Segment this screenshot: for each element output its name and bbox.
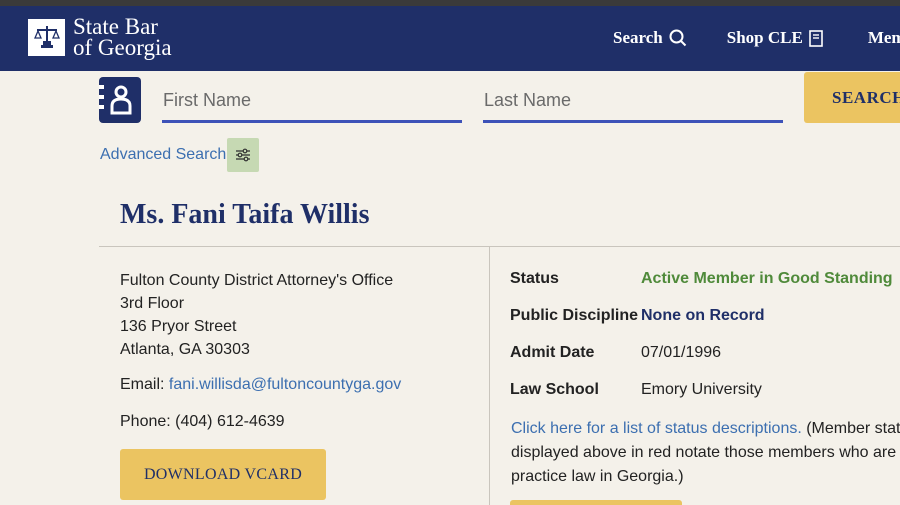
nav-search[interactable]: Search <box>613 28 687 48</box>
email-label: Email: <box>120 376 165 393</box>
status-note-text: practice law in Georgia.) <box>511 468 684 485</box>
discipline-label: Public Discipline <box>510 307 639 324</box>
download-vcard-button[interactable]: DOWNLOAD VCARD <box>120 449 326 500</box>
status-row: Status Active Member in Good Standing ? <box>510 270 900 288</box>
member-email: Email: fani.willisda@fultoncountyga.gov <box>120 376 401 394</box>
scales-of-justice-icon <box>28 18 65 56</box>
last-name-input[interactable] <box>483 86 783 123</box>
magnifier-icon <box>669 29 686 47</box>
column-divider <box>489 247 490 505</box>
status-value: Active Member in Good Standing <box>641 270 893 287</box>
logo-wordmark: State Bar of Georgia <box>73 14 172 60</box>
address-line: Atlanta, GA 30303 <box>120 341 250 358</box>
member-name: Ms. Fani Taifa Willis <box>120 199 370 230</box>
advanced-search-link[interactable]: Advanced Search <box>100 146 226 164</box>
sliders-icon <box>236 148 250 162</box>
logo-line-2: of Georgia <box>73 35 172 60</box>
site-header: State Bar of Georgia Search Shop CLE Mem… <box>0 6 900 71</box>
nav-search-label: Search <box>613 28 663 47</box>
admit-date-label: Admit Date <box>510 344 595 361</box>
nav-shop-label: Shop CLE <box>726 28 803 47</box>
status-note-text: (Member statu <box>801 420 900 437</box>
partial-gold-button[interactable] <box>510 500 682 505</box>
discipline-row: Public Discipline None on Record <box>510 307 765 325</box>
law-school-row: Law School Emory University <box>510 381 762 399</box>
address-line: 3rd Floor <box>120 295 185 312</box>
book-icon <box>809 29 823 47</box>
address-line: 136 Pryor Street <box>120 318 237 335</box>
nav-members-label: Memb <box>867 28 900 47</box>
email-link[interactable]: fani.willisda@fultoncountyga.gov <box>169 376 401 393</box>
status-note: Click here for a list of status descript… <box>511 417 900 489</box>
section-divider <box>99 246 900 247</box>
law-school-label: Law School <box>510 381 599 398</box>
status-label: Status <box>510 270 559 287</box>
member-phone: Phone: (404) 612-4639 <box>120 413 285 430</box>
main-nav: Search Shop CLE Memb <box>613 28 900 48</box>
advanced-search-toggle[interactable] <box>227 138 259 172</box>
first-name-input[interactable] <box>162 86 462 123</box>
contact-book-icon <box>99 77 141 123</box>
law-school-value: Emory University <box>641 381 762 398</box>
address-line: Fulton County District Attorney's Office <box>120 272 394 289</box>
logo-line-1: State Bar <box>73 14 158 39</box>
admit-date-value: 07/01/1996 <box>641 344 722 361</box>
search-button[interactable]: SEARCH <box>804 72 900 123</box>
discipline-value: None on Record <box>641 307 765 324</box>
member-address: Fulton County District Attorney's Office… <box>120 269 393 361</box>
nav-shop-cle[interactable]: Shop CLE <box>727 28 823 48</box>
site-logo[interactable]: State Bar of Georgia <box>28 14 172 60</box>
status-note-text: displayed above in red notate those memb… <box>511 444 900 461</box>
status-descriptions-link[interactable]: Click here for a list of status descript… <box>511 420 802 437</box>
nav-members[interactable]: Memb <box>868 28 900 48</box>
admit-date-row: Admit Date 07/01/1996 <box>510 344 721 362</box>
